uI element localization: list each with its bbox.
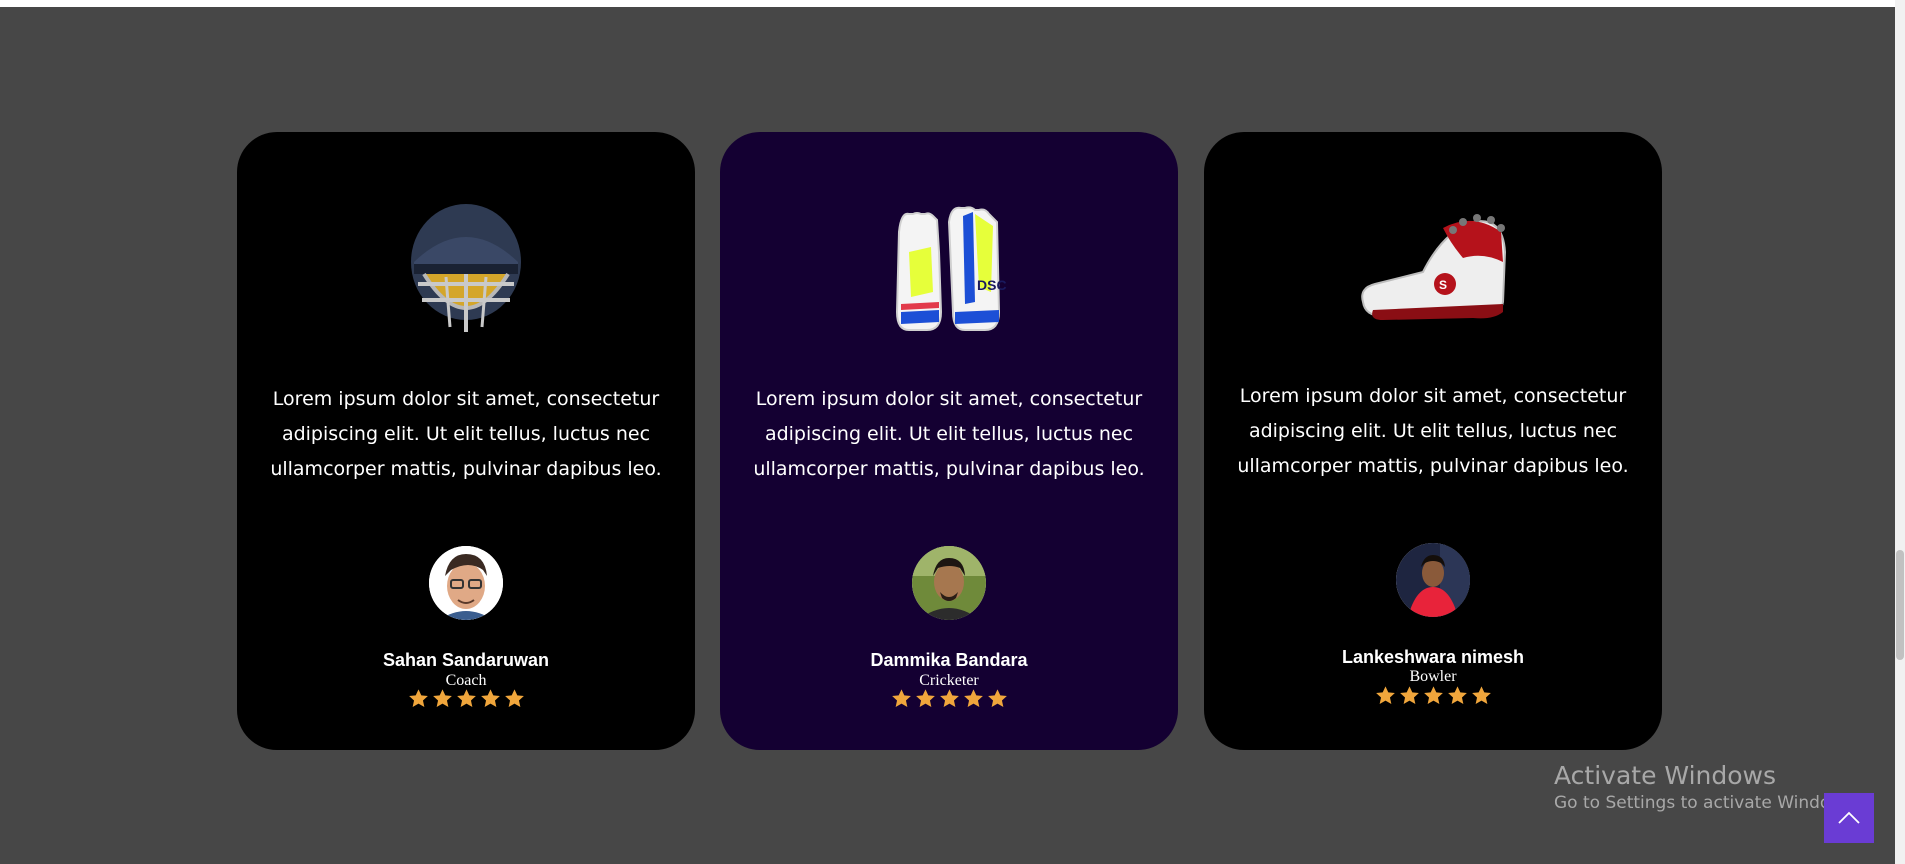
watermark-title: Activate Windows [1554,761,1776,790]
testimonial-card: Lorem ipsum dolor sit amet, consectetur … [237,132,695,750]
testimonial-quote: Lorem ipsum dolor sit amet, consectetur … [1237,385,1629,477]
scrollbar-thumb[interactable] [1896,550,1904,660]
cricket-helmet-icon [237,192,695,342]
rating-stars [720,688,1178,709]
watermark-subtitle: Go to Settings to activate Windows. [1554,793,1859,813]
testimonial-card: S Lorem ipsum dolor sit amet, consectetu… [1204,132,1662,750]
testimonial-quote: Lorem ipsum dolor sit amet, consectetur … [270,388,662,480]
testimonial-role: Bowler [1409,668,1457,685]
star-icon [480,689,500,707]
testimonials-section: Lorem ipsum dolor sit amet, consectetur … [237,132,1662,750]
star-icon [1423,686,1443,704]
cricket-shoe-icon: S [1204,192,1662,342]
avatar [429,546,503,620]
star-icon [939,689,959,707]
avatar [912,546,986,620]
top-page-strip [0,0,1895,7]
star-icon [915,689,935,707]
svg-text:DSC: DSC [977,277,1007,293]
star-icon [504,689,524,707]
star-icon [1471,686,1491,704]
testimonial-card: DSC Lorem ipsum dolor sit amet, consecte… [720,132,1178,750]
batting-gloves-icon: DSC [720,192,1178,342]
rating-stars [237,688,695,709]
star-icon [456,689,476,707]
testimonial-quote: Lorem ipsum dolor sit amet, consectetur … [753,388,1145,480]
activate-windows-watermark: Activate Windows Go to Settings to activ… [1554,760,1859,814]
page-scrollbar[interactable] [1895,0,1905,864]
testimonial-name: Dammika Bandara [870,650,1028,670]
star-icon [891,689,911,707]
svg-text:S: S [1439,278,1447,292]
star-icon [987,689,1007,707]
rating-stars [1204,685,1662,706]
chevron-up-icon [1838,811,1860,824]
star-icon [963,689,983,707]
star-icon [1447,686,1467,704]
testimonial-name: Sahan Sandaruwan [382,650,550,670]
star-icon [432,689,452,707]
avatar [1396,543,1470,617]
star-icon [1375,686,1395,704]
scroll-to-top-button[interactable] [1824,793,1874,843]
testimonial-name: Lankeshwara nimesh [1341,647,1525,667]
star-icon [408,689,428,707]
star-icon [1399,686,1419,704]
